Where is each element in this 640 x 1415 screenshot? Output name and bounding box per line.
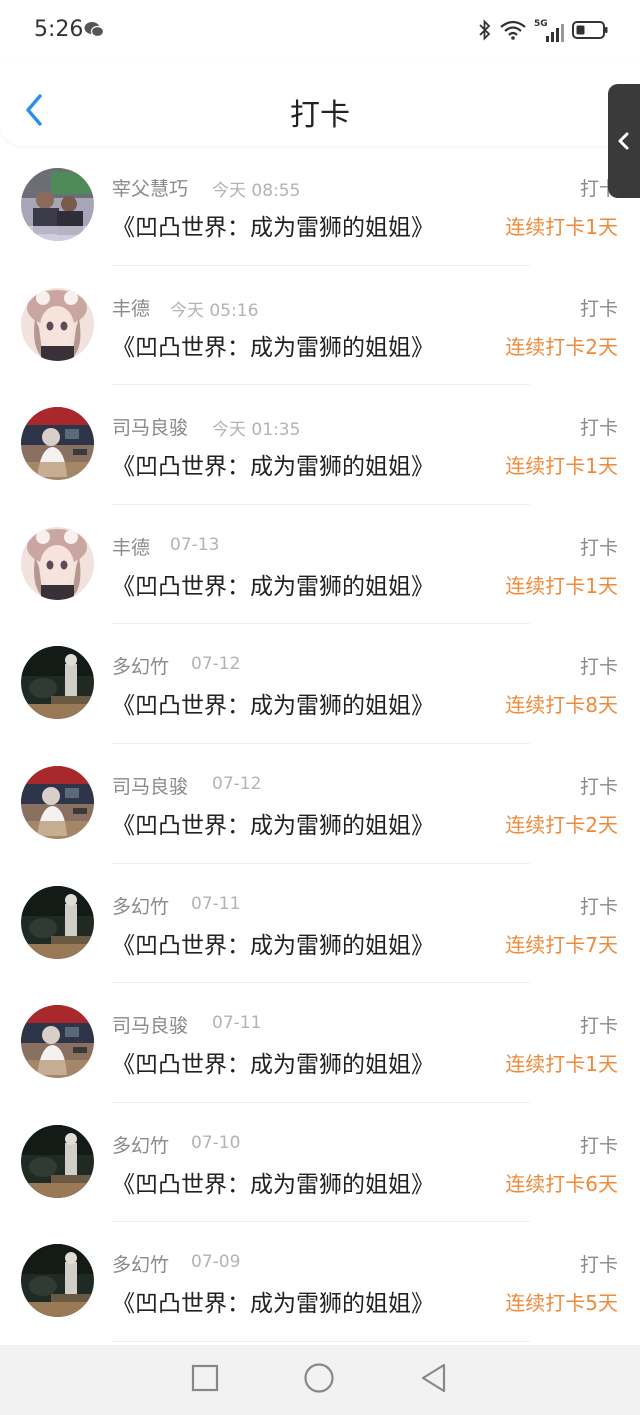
- streak-label: 连续打卡1天: [505, 1052, 618, 1077]
- home-button[interactable]: [303, 1362, 335, 1398]
- checkin-row[interactable]: 丰德 今天 05:16 《凹凸世界：成为雷狮的姐姐》 打卡连续打卡2天: [0, 266, 640, 386]
- user-name[interactable]: 司马良骏: [112, 1011, 188, 1038]
- user-name[interactable]: 丰德: [112, 294, 150, 321]
- streak-label: 连续打卡2天: [505, 812, 618, 837]
- avatar[interactable]: [21, 885, 94, 959]
- checkin-label: 打卡: [579, 297, 618, 320]
- checkin-row[interactable]: 宰父慧巧 今天 08:55 《凹凸世界：成为雷狮的姐姐》 打卡 连续打卡1天: [0, 146, 640, 266]
- checkin-row[interactable]: 多幻竹 07-10 《凹凸世界：成为雷狮的姐姐》 打卡连续打卡6天: [0, 1103, 640, 1223]
- checkin-row[interactable]: 多幻竹 07-09 《凹凸世界：成为雷狮的姐姐》 打卡连续打卡5天: [0, 1222, 640, 1342]
- checkin-label: 打卡: [579, 775, 618, 798]
- streak-label: 连续打卡1天: [505, 454, 618, 479]
- checkin-time: 07-11: [191, 893, 241, 914]
- checkin-row[interactable]: 丰德 07-13 《凹凸世界：成为雷狮的姐姐》 打卡连续打卡1天: [0, 505, 640, 625]
- user-name[interactable]: 多幻竹: [112, 1250, 169, 1277]
- bluetooth-icon: [478, 19, 492, 45]
- book-title[interactable]: 《凹凸世界：成为雷狮的姐姐》: [112, 447, 434, 481]
- book-title[interactable]: 《凹凸世界：成为雷狮的姐姐》: [112, 926, 434, 960]
- book-title[interactable]: 《凹凸世界：成为雷狮的姐姐》: [112, 1284, 434, 1318]
- user-name[interactable]: 司马良骏: [112, 413, 188, 440]
- checkin-label: 打卡: [579, 417, 618, 440]
- wechat-icon: [84, 21, 105, 42]
- book-title[interactable]: 《凹凸世界：成为雷狮的姐姐》: [112, 1165, 434, 1199]
- streak-label: 连续打卡8天: [505, 693, 618, 718]
- avatar[interactable]: [21, 407, 94, 481]
- checkin-time: 07-09: [191, 1252, 241, 1273]
- side-drawer-handle[interactable]: [608, 84, 640, 198]
- wifi-icon: [500, 20, 526, 44]
- checkin-time: 07-12: [191, 654, 241, 675]
- user-name[interactable]: 宰父慧巧: [112, 174, 188, 201]
- system-back-button[interactable]: [419, 1362, 449, 1398]
- checkin-time: 07-13: [170, 534, 220, 555]
- checkin-label: 打卡: [579, 1134, 618, 1157]
- checkin-time: 今天 08:55: [212, 181, 301, 201]
- checkin-row[interactable]: 多幻竹 07-12 《凹凸世界：成为雷狮的姐姐》 打卡连续打卡8天: [0, 624, 640, 744]
- checkin-label: 打卡: [579, 1254, 618, 1277]
- book-title[interactable]: 《凹凸世界：成为雷狮的姐姐》: [112, 806, 434, 840]
- checkin-time: 今天 01:35: [212, 420, 301, 441]
- checkin-label: 打卡: [579, 895, 618, 918]
- side-chevron-icon: [618, 132, 629, 150]
- user-name[interactable]: 丰德: [112, 533, 150, 560]
- streak-label: 连续打卡1天: [505, 215, 618, 239]
- checkin-row[interactable]: 司马良骏 今天 01:35 《凹凸世界：成为雷狮的姐姐》 打卡连续打卡1天: [0, 385, 640, 505]
- checkin-list: 宰父慧巧 今天 08:55 《凹凸世界：成为雷狮的姐姐》 打卡 连续打卡1天 丰德 今天 0…: [0, 146, 640, 1342]
- book-title[interactable]: 《凹凸世界：成为雷狮的姐姐》: [112, 686, 434, 720]
- avatar[interactable]: [21, 1244, 94, 1318]
- user-name[interactable]: 多幻竹: [112, 652, 169, 679]
- page-title: 打卡: [290, 98, 350, 133]
- streak-label: 连续打卡1天: [505, 573, 618, 598]
- square-icon: [191, 1364, 219, 1392]
- battery-icon: [572, 20, 608, 44]
- streak-label: 连续打卡7天: [505, 932, 618, 957]
- checkin-row[interactable]: 司马良骏 07-12 《凹凸世界：成为雷狮的姐姐》 打卡连续打卡2天: [0, 744, 640, 864]
- avatar[interactable]: [21, 646, 94, 720]
- streak-label: 连续打卡2天: [505, 334, 618, 359]
- checkin-label: 打卡: [579, 1015, 618, 1038]
- checkin-time: 今天 05:16: [170, 300, 259, 321]
- checkin-label: 打卡: [579, 536, 618, 559]
- streak-label: 连续打卡5天: [505, 1291, 618, 1316]
- cellular-5g-icon: 5G: [534, 19, 564, 43]
- row-divider: [112, 1340, 530, 1342]
- avatar[interactable]: [21, 1005, 94, 1079]
- system-nav-bar: [0, 1345, 640, 1415]
- book-title[interactable]: 《凹凸世界：成为雷狮的姐姐》: [112, 208, 434, 242]
- book-title[interactable]: 《凹凸世界：成为雷狮的姐姐》: [112, 567, 434, 601]
- book-title[interactable]: 《凹凸世界：成为雷狮的姐姐》: [112, 328, 434, 362]
- checkin-row[interactable]: 司马良骏 07-11 《凹凸世界：成为雷狮的姐姐》 打卡连续打卡1天: [0, 983, 640, 1103]
- circle-icon: [304, 1363, 334, 1393]
- user-name[interactable]: 多幻竹: [112, 892, 169, 919]
- checkin-time: 07-10: [191, 1132, 241, 1153]
- checkin-time: 07-11: [212, 1013, 262, 1034]
- header: 打卡: [0, 62, 640, 146]
- triangle-back-icon: [421, 1363, 446, 1393]
- avatar[interactable]: [21, 1124, 94, 1198]
- status-icons: 5G: [478, 19, 608, 45]
- checkin-time: 07-12: [212, 773, 262, 794]
- checkin-label: 打卡: [579, 656, 618, 679]
- streak-label: 连续打卡6天: [505, 1171, 618, 1196]
- avatar[interactable]: [21, 765, 94, 839]
- status-time: 5:26: [34, 17, 84, 42]
- user-name[interactable]: 多幻竹: [112, 1131, 169, 1158]
- recent-apps-button[interactable]: [191, 1364, 219, 1396]
- avatar[interactable]: [21, 526, 94, 600]
- avatar[interactable]: [21, 168, 94, 241]
- status-bar: 5:26 5G: [0, 0, 640, 62]
- user-name[interactable]: 司马良骏: [112, 772, 188, 799]
- checkin-row[interactable]: 多幻竹 07-11 《凹凸世界：成为雷狮的姐姐》 打卡连续打卡7天: [0, 864, 640, 984]
- avatar[interactable]: [21, 287, 94, 361]
- book-title[interactable]: 《凹凸世界：成为雷狮的姐姐》: [112, 1045, 434, 1079]
